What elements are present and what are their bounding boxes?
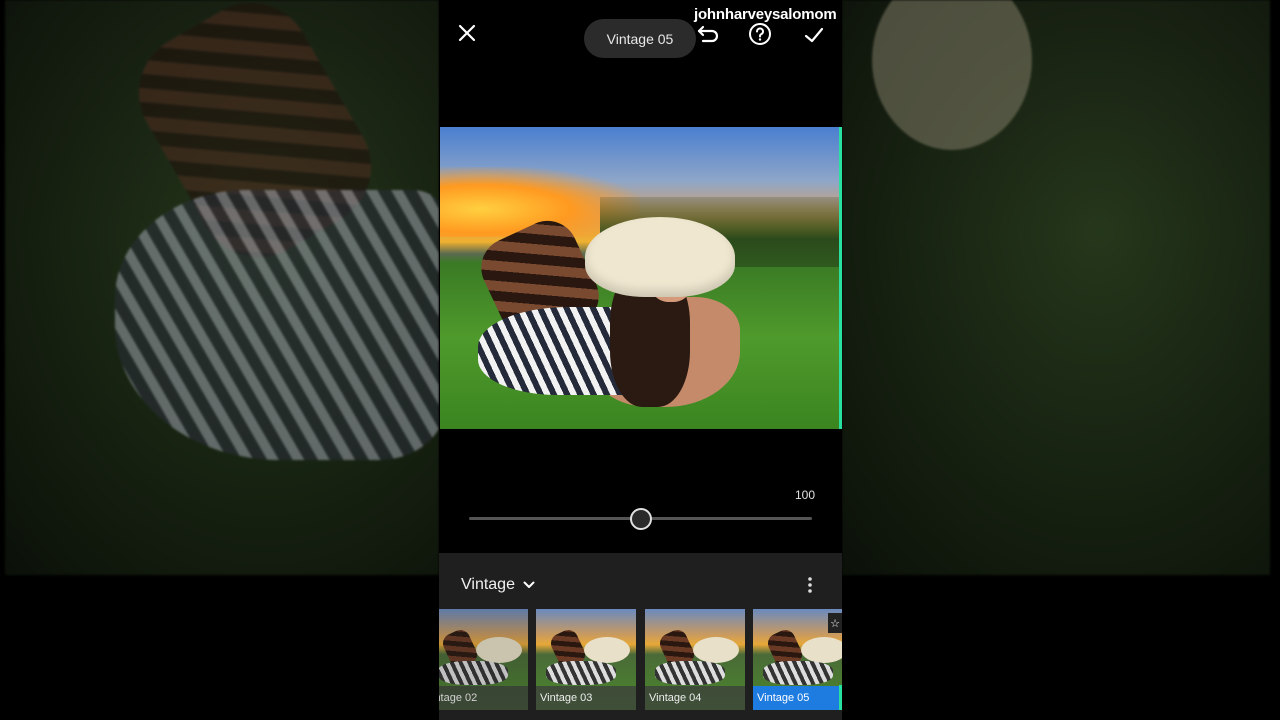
slider-value-label: 100 xyxy=(794,488,815,502)
chevron-down-icon xyxy=(523,581,535,588)
apply-button[interactable] xyxy=(801,22,827,48)
thumb-subject-body xyxy=(439,661,508,685)
preset-thumb-vintage-05[interactable]: ☆ Vintage 05 xyxy=(753,609,842,710)
preset-name-label: Vintage 05 xyxy=(606,30,674,47)
thumb-subject-body xyxy=(655,661,725,685)
preset-panel: Vintage intage 02 Vintag xyxy=(439,553,842,720)
preset-thumb-label: Vintage 04 xyxy=(645,686,745,710)
photo-editor-panel: Vintage 05 johnharveysalomom 100 Vintage… xyxy=(439,0,842,720)
preset-thumb-vintage-02[interactable]: intage 02 xyxy=(439,609,528,710)
thumb-subject-hat xyxy=(693,637,739,663)
preset-thumb-vintage-04[interactable]: Vintage 04 xyxy=(645,609,745,710)
check-icon xyxy=(804,27,824,43)
thumb-subject-body xyxy=(763,661,833,685)
thumb-subject-hat xyxy=(584,637,630,663)
preset-thumb-label: Vintage 03 xyxy=(536,686,636,710)
preset-category-dropdown[interactable]: Vintage xyxy=(461,576,535,594)
preset-thumbnail-strip: intage 02 Vintage 03 Vintage 04 ☆ Vintag… xyxy=(439,609,842,710)
background-blur-right xyxy=(842,0,1270,575)
amount-slider[interactable] xyxy=(469,508,812,530)
background-figure-hat xyxy=(872,0,1032,150)
undo-icon xyxy=(697,25,719,43)
preset-thumb-label: intage 02 xyxy=(439,686,528,710)
more-options-button[interactable] xyxy=(803,574,817,596)
preset-thumb-vintage-03[interactable]: Vintage 03 xyxy=(536,609,636,710)
close-icon xyxy=(458,24,476,42)
photo-preview[interactable] xyxy=(440,127,842,429)
background-figure-dress xyxy=(115,190,439,460)
watermark-text: johnharveysalomom xyxy=(694,6,837,23)
thumb-subject-body xyxy=(546,661,616,685)
more-vertical-icon xyxy=(808,577,812,593)
photo-subject-hat xyxy=(585,217,735,297)
top-toolbar: Vintage 05 johnharveysalomom xyxy=(439,0,842,70)
help-circle-icon xyxy=(749,23,771,45)
photo-edge-marker xyxy=(839,127,842,429)
help-button[interactable] xyxy=(748,22,772,46)
amount-slider-thumb[interactable] xyxy=(629,508,652,530)
preset-category-label: Vintage xyxy=(461,576,515,593)
background-blur-left xyxy=(5,0,439,575)
thumb-subject-hat xyxy=(801,637,842,663)
active-edge-marker xyxy=(839,685,842,710)
thumb-subject-hat xyxy=(476,637,522,663)
undo-button[interactable] xyxy=(695,22,721,48)
preset-thumb-label: Vintage 05 xyxy=(753,686,842,710)
close-button[interactable] xyxy=(454,20,480,46)
preset-name-pill: Vintage 05 xyxy=(584,19,696,58)
favorite-star-icon[interactable]: ☆ xyxy=(828,613,842,633)
